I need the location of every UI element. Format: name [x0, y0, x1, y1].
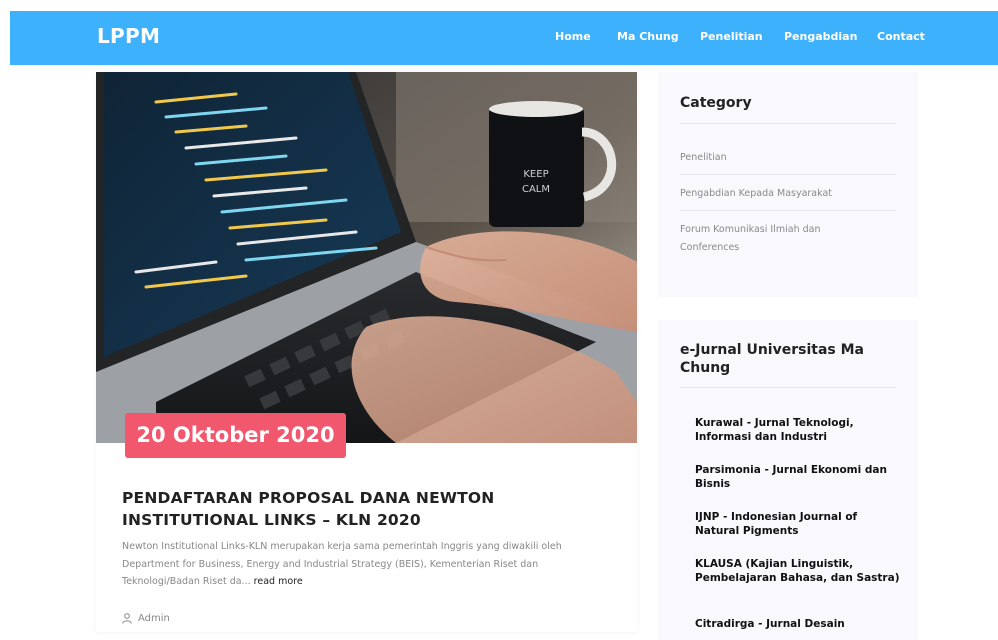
post-author: Admin: [122, 613, 170, 624]
nav-penelitian[interactable]: Penelitian: [700, 30, 763, 43]
post-excerpt: Newton Institutional Links-KLN merupakan…: [122, 538, 602, 591]
svg-text:KEEP: KEEP: [523, 169, 548, 180]
nav-home[interactable]: Home: [555, 30, 591, 43]
laptop-typing-illustration: KEEP CALM: [96, 72, 637, 443]
category-item-penelitian[interactable]: Penelitian: [680, 149, 896, 167]
nav-contact[interactable]: Contact: [877, 30, 925, 43]
divider: [680, 210, 896, 211]
divider: [680, 123, 896, 124]
divider: [680, 387, 896, 388]
jurnal-item-parsimonia[interactable]: Parsimonia - Jurnal Ekonomi dan Bisnis: [695, 464, 900, 491]
jurnal-item-citradirga[interactable]: Citradirga - Jurnal Desain: [695, 618, 900, 632]
post-excerpt-text: Newton Institutional Links-KLN merupakan…: [122, 541, 562, 587]
svg-text:CALM: CALM: [522, 184, 550, 195]
date-badge: 20 Oktober 2020: [125, 413, 346, 458]
brand-logo[interactable]: LPPM: [97, 24, 160, 48]
divider: [680, 174, 896, 175]
jurnal-widget-title: e-Jurnal Universitas Ma Chung: [680, 342, 864, 376]
jurnal-item-klausa[interactable]: KLAUSA (Kajian Linguistik, Pembelajaran …: [695, 558, 900, 585]
nav-ma-chung[interactable]: Ma Chung: [617, 30, 679, 43]
post-card: KEEP CALM 20 Oktober 2020 PENDAFTARAN PR…: [96, 72, 637, 632]
category-widget: Category Penelitian Pengabdian Kepada Ma…: [658, 72, 918, 297]
nav-pengabdian[interactable]: Pengabdian: [784, 30, 857, 43]
category-item-pengabdian[interactable]: Pengabdian Kepada Masyarakat: [680, 185, 896, 203]
category-widget-title: Category: [680, 95, 752, 111]
post-featured-image[interactable]: KEEP CALM: [96, 72, 637, 443]
user-icon: [122, 613, 132, 624]
jurnal-item-ijnp[interactable]: IJNP - Indonesian Journal of Natural Pig…: [695, 511, 900, 538]
top-navbar: LPPM Home Ma Chung Penelitian Pengabdian…: [10, 11, 998, 65]
author-name[interactable]: Admin: [138, 613, 170, 624]
jurnal-widget: e-Jurnal Universitas Ma Chung Kurawal - …: [658, 320, 918, 640]
jurnal-item-kurawal[interactable]: Kurawal - Jurnal Teknologi, Informasi da…: [695, 417, 900, 444]
read-more-link[interactable]: read more: [254, 576, 303, 587]
category-item-forum[interactable]: Forum Komunikasi Ilmiah dan Conferences: [680, 221, 850, 256]
post-title[interactable]: PENDAFTARAN PROPOSAL DANA NEWTON INSTITU…: [122, 487, 622, 531]
